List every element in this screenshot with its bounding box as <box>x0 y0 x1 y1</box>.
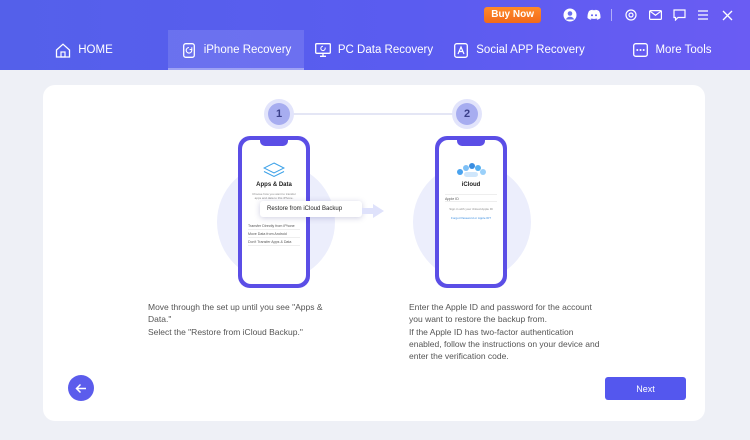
discord-icon[interactable] <box>585 6 603 24</box>
option-transfer-iphone: Transfer Directly from iPhone <box>248 222 300 230</box>
apple-id-field: Apple ID <box>445 194 497 202</box>
back-button[interactable] <box>68 375 94 401</box>
step-badge-1: 1 <box>268 103 290 125</box>
next-button[interactable]: Next <box>605 377 686 400</box>
restore-icloud-option: Restore from iCloud Backup <box>260 201 362 217</box>
forgot-password-link: Forgot Password or Apple ID? <box>450 216 492 220</box>
arrow-right-icon <box>362 204 384 218</box>
icloud-apps-icon <box>455 162 487 183</box>
phone-screen: iCloud Apple ID Sign in with your iCloud… <box>439 140 503 284</box>
tab-more-tools[interactable]: More Tools <box>594 30 750 70</box>
instruction-step-2: Enter the Apple ID and password for the … <box>409 302 600 362</box>
recovery-guide-card: 1 2 Apps & Data Choose how you want to t… <box>43 85 705 421</box>
step-connector <box>283 113 468 115</box>
mail-icon[interactable] <box>646 6 664 24</box>
icloud-title: iCloud <box>461 182 481 188</box>
apps-data-subtitle: Choose how you want to transfer apps and… <box>252 192 296 200</box>
home-icon <box>55 42 71 58</box>
menu-icon[interactable] <box>694 6 712 24</box>
social-app-icon <box>453 42 469 58</box>
app-header: Buy Now HOME iPhone Recovery PC Data Rec… <box>0 0 750 70</box>
settings-icon[interactable] <box>622 6 640 24</box>
tab-social-app-recovery[interactable]: Social APP Recovery <box>444 30 594 70</box>
tab-home-label: HOME <box>78 44 113 56</box>
step-badge-2: 2 <box>456 103 478 125</box>
phone-icloud: iCloud Apple ID Sign in with your iCloud… <box>435 136 507 288</box>
back-arrow-icon <box>75 383 86 393</box>
buy-now-button[interactable]: Buy Now <box>484 7 541 23</box>
tab-home[interactable]: HOME <box>0 30 168 70</box>
tab-pc-data-recovery[interactable]: PC Data Recovery <box>304 30 444 70</box>
user-icon[interactable] <box>561 6 579 24</box>
more-tools-icon <box>632 42 648 58</box>
main-nav: HOME iPhone Recovery PC Data Recovery So… <box>0 30 750 70</box>
apps-data-icon <box>262 162 286 183</box>
tab-iphone-recovery-label: iPhone Recovery <box>203 44 292 56</box>
instruction-step-1: Move through the set up until you see "A… <box>148 302 323 337</box>
tab-social-app-recovery-label: Social APP Recovery <box>476 44 585 56</box>
title-bar-controls: Buy Now <box>484 6 736 24</box>
divider <box>611 9 612 21</box>
option-dont-transfer: Don't Transfer Apps & Data <box>248 238 300 246</box>
tab-more-tools-label: More Tools <box>655 44 712 56</box>
tab-pc-data-recovery-label: PC Data Recovery <box>337 44 434 56</box>
apps-data-title: Apps & Data <box>256 182 292 188</box>
pc-data-recovery-icon <box>314 42 331 58</box>
tab-iphone-recovery[interactable]: iPhone Recovery <box>168 30 304 70</box>
icloud-sign-in-text: Sign in with your iCloud Apple ID <box>449 207 493 211</box>
option-move-android: Move Data from Android <box>248 230 300 238</box>
iphone-recovery-icon <box>181 42 197 58</box>
close-icon[interactable] <box>718 6 736 24</box>
chat-icon[interactable] <box>670 6 688 24</box>
